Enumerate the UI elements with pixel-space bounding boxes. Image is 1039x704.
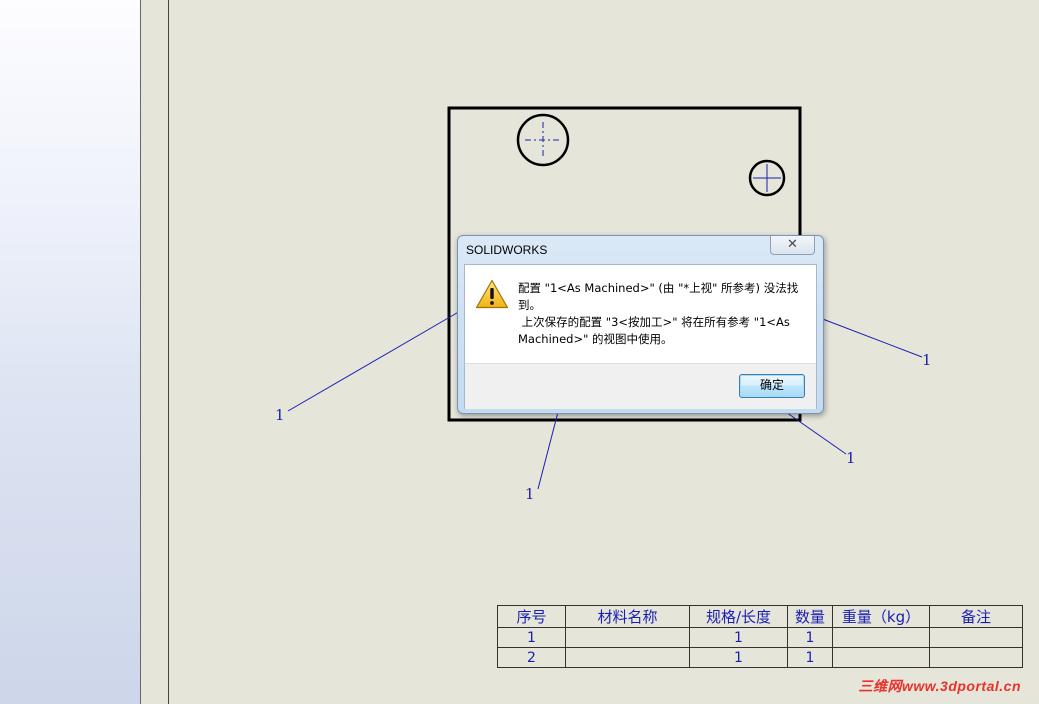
message-line: 配置 "1<As Machined>" (由 "*上视" 所参考) 没法找 (518, 281, 799, 295)
watermark: 三维网www.3dportal.cn (858, 678, 1021, 694)
warning-icon (475, 279, 509, 309)
close-icon: ✕ (787, 237, 798, 252)
ok-button[interactable]: 确定 (739, 374, 805, 398)
bom-cell-material (565, 627, 690, 648)
bom-cell-remarks (929, 627, 1023, 648)
bom-cell-remarks (929, 647, 1023, 668)
dialog-button-bar: 确定 (465, 363, 816, 409)
bom-cell-spec-length: 1 (689, 647, 788, 668)
bom-header-weight: 重量（kg） (832, 605, 930, 628)
message-dialog[interactable]: SOLIDWORKS ✕ 配置 "1<As Machined>" (由 "*上视… (457, 235, 824, 414)
message-line: Machined>" 的视图中使用。 (518, 332, 673, 346)
balloon-left[interactable]: 1 (275, 408, 285, 423)
table-row[interactable]: 1 1 1 (497, 627, 1023, 648)
balloon-bottom-right[interactable]: 1 (846, 451, 856, 466)
message-line: 上次保存的配置 "3<按加工>" 将在所有参考 "1<As (518, 315, 790, 329)
bom-cell-quantity: 1 (787, 627, 833, 648)
bom-header-quantity: 数量 (787, 605, 833, 628)
bom-cell-index: 1 (497, 627, 566, 648)
bom-header-index: 序号 (497, 605, 566, 628)
dialog-client-area: 配置 "1<As Machined>" (由 "*上视" 所参考) 没法找 到。… (464, 264, 817, 409)
dialog-message-area: 配置 "1<As Machined>" (由 "*上视" 所参考) 没法找 到。… (465, 265, 816, 363)
dialog-message: 配置 "1<As Machined>" (由 "*上视" 所参考) 没法找 到。… (518, 280, 808, 348)
balloon-bottom[interactable]: 1 (525, 487, 535, 502)
bom-header-remarks: 备注 (929, 605, 1023, 628)
bom-cell-spec-length: 1 (689, 627, 788, 648)
bom-header-row: 序号 材料名称 规格/长度 数量 重量（kg） 备注 (497, 605, 1023, 628)
bom-cell-index: 2 (497, 647, 566, 668)
leader-line-right (819, 317, 923, 358)
leader-line-bottom (537, 411, 559, 490)
balloon-right[interactable]: 1 (922, 353, 932, 368)
close-button[interactable]: ✕ (770, 236, 815, 255)
bom-cell-material (565, 647, 690, 668)
leader-line-bottom-right (782, 409, 847, 455)
bill-of-materials-table[interactable]: 序号 材料名称 规格/长度 数量 重量（kg） 备注 1 1 1 2 1 1 (497, 605, 1023, 668)
dialog-title: SOLIDWORKS (466, 243, 548, 257)
hole-small (748, 159, 786, 197)
bom-cell-quantity: 1 (787, 647, 833, 668)
bom-header-material: 材料名称 (565, 605, 690, 628)
bom-header-spec-length: 规格/长度 (689, 605, 788, 628)
table-row[interactable]: 2 1 1 (497, 647, 1023, 668)
hole-large (516, 113, 570, 167)
bom-cell-weight (832, 627, 930, 648)
bom-cell-weight (832, 647, 930, 668)
leader-line-left (287, 309, 463, 412)
message-line: 到。 (518, 298, 541, 312)
